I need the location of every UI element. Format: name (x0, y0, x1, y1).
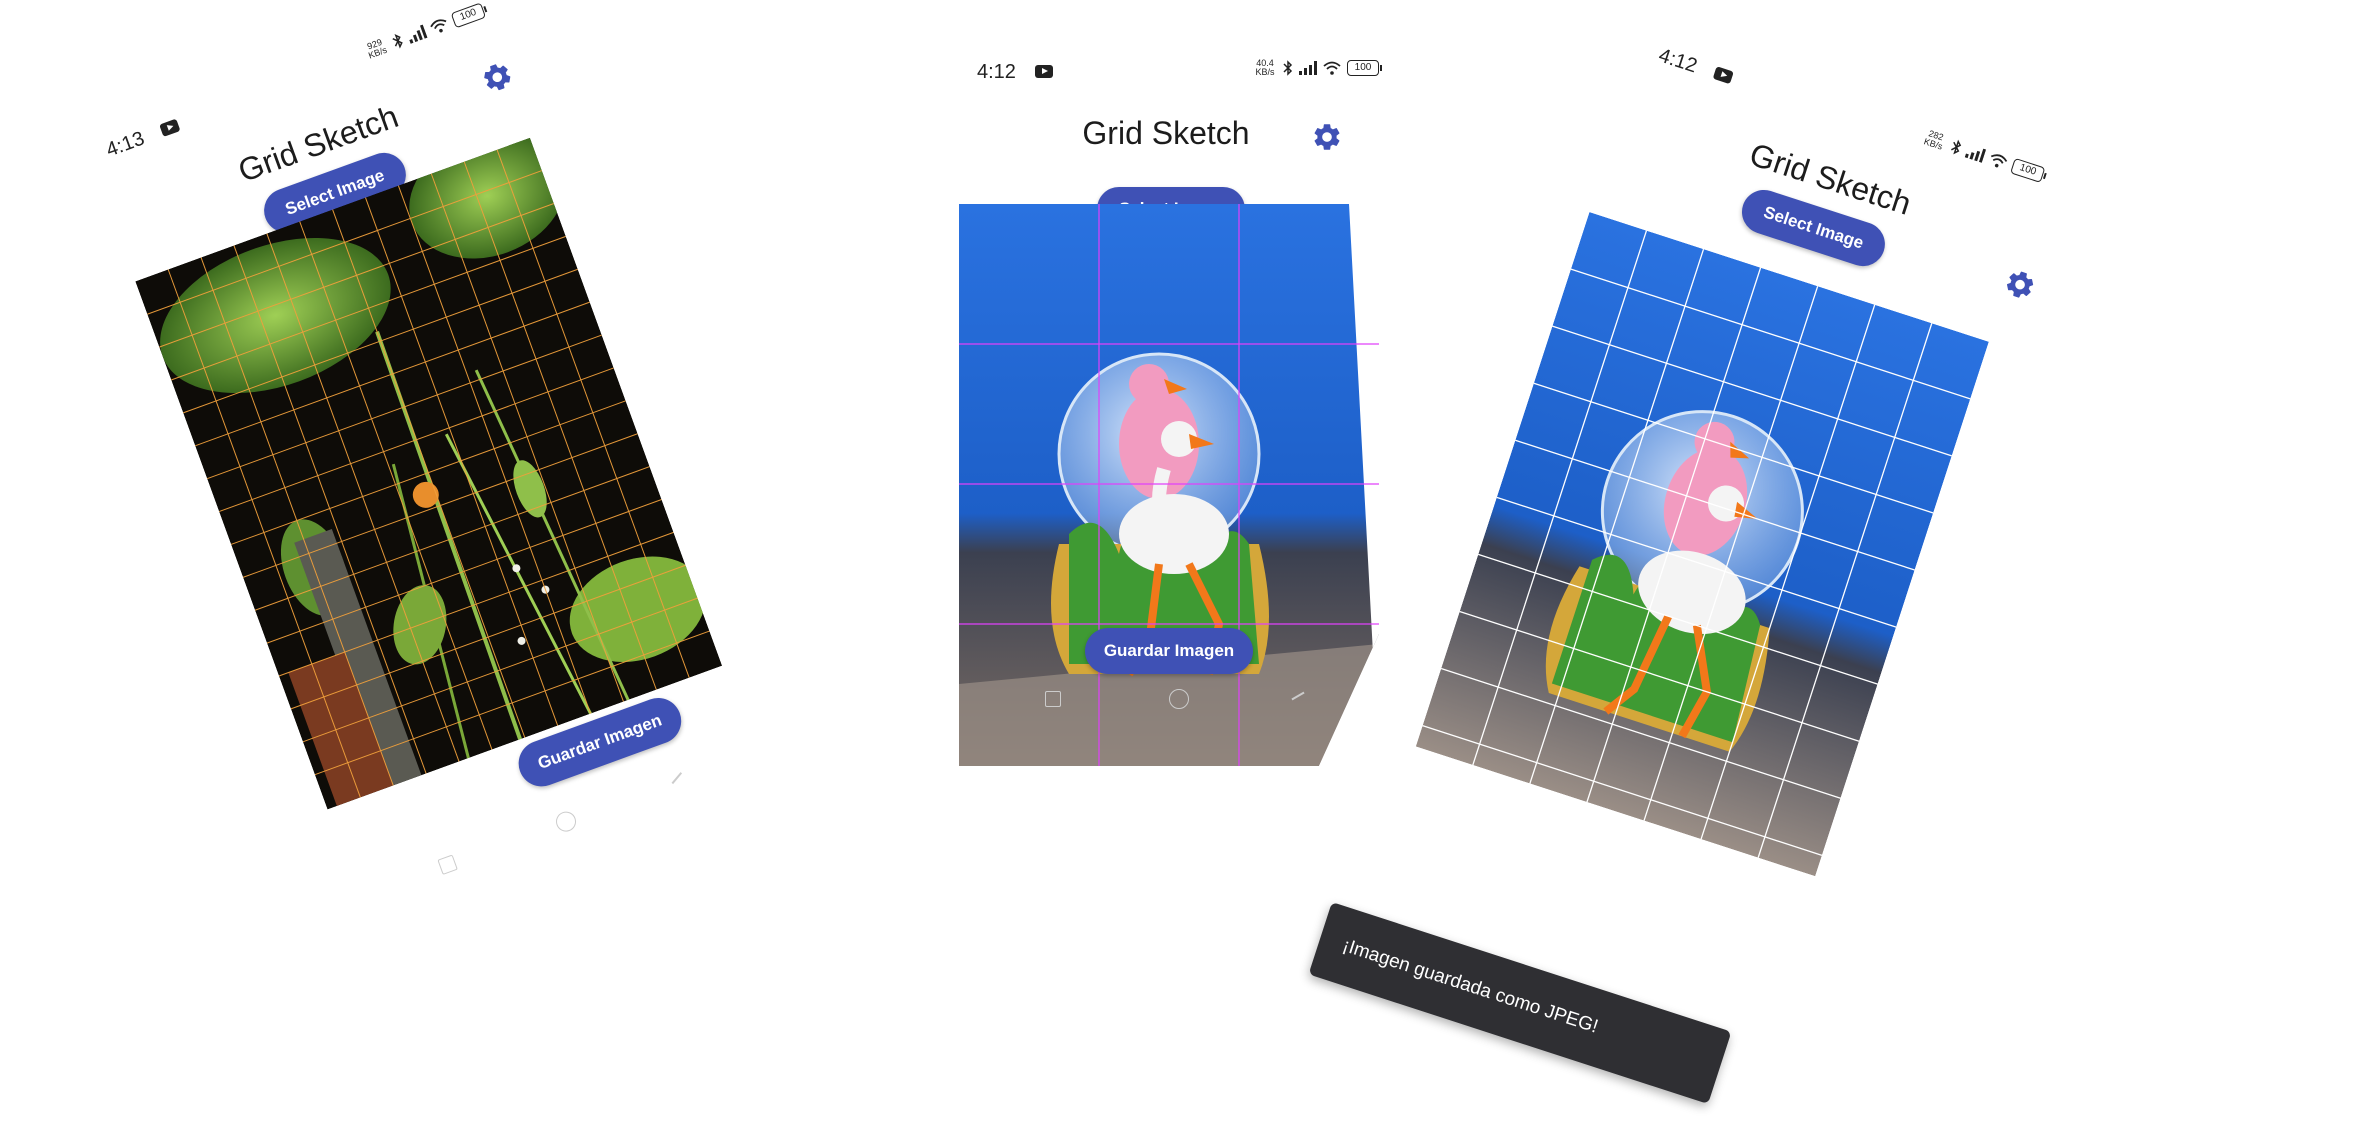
save-image-button[interactable]: Guardar Imagen (1085, 628, 1253, 674)
youtube-notification-icon (1035, 65, 1053, 78)
status-time: 4:12 (1655, 44, 1700, 78)
recent-apps-icon[interactable] (1045, 691, 1061, 707)
home-icon[interactable] (1169, 689, 1189, 709)
phone-screen-center: 4:12 40.4KB/s 100 Grid Sketch Select Ima… (953, 43, 1403, 1043)
photo-flamingo-grid (959, 204, 1379, 766)
bluetooth-icon (1283, 60, 1293, 76)
wifi-icon (1990, 154, 2008, 168)
net-speed: 40.4 KB/s (1255, 58, 1275, 77)
home-icon[interactable] (553, 808, 579, 835)
battery-icon: 100 (1347, 60, 1382, 76)
signal-icon (409, 24, 428, 44)
status-bar: 4:12 40.4 KB/s 100 (953, 43, 1403, 99)
bluetooth-icon (1951, 139, 1962, 155)
signal-icon (1299, 61, 1317, 75)
collage: 4:13 929 KB/s 100 Grid Sketch Select Imag… (0, 0, 2358, 1122)
back-icon[interactable] (671, 772, 683, 785)
photo-flamingo-grid (1415, 212, 1989, 877)
status-time: 4:12 (977, 61, 1016, 83)
back-icon[interactable] (1291, 691, 1305, 701)
youtube-notification-icon (1712, 66, 1734, 85)
net-speed: 929 KB/s (365, 36, 389, 61)
bluetooth-icon (392, 33, 403, 49)
net-speed: 282 KB/s (1922, 128, 1945, 152)
battery-icon: 100 (450, 2, 487, 29)
navigation-bar (953, 683, 1403, 723)
battery-icon: 100 (2010, 157, 2046, 183)
gear-icon[interactable] (1311, 121, 1343, 153)
phone-screen-left: 4:13 929 KB/s 100 Grid Sketch Select Imag… (74, 0, 840, 1072)
wifi-icon (430, 19, 447, 33)
recent-apps-icon[interactable] (437, 854, 458, 875)
youtube-notification-icon (159, 118, 181, 137)
signal-icon (1964, 148, 1987, 163)
gear-icon[interactable] (2000, 264, 2040, 304)
wifi-icon (1323, 61, 1341, 75)
status-time: 4:13 (103, 127, 148, 162)
